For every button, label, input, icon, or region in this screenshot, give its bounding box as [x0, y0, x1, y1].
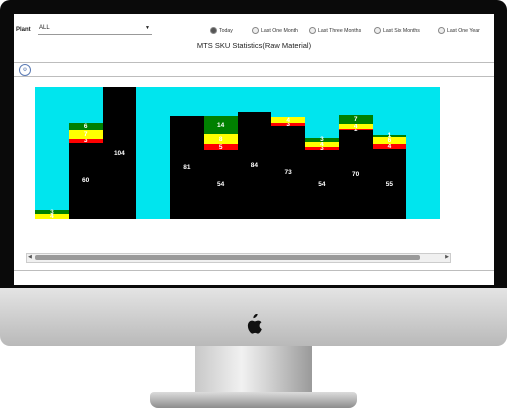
- radio-last-one-month[interactable]: Last One Month: [252, 27, 298, 34]
- plant-select[interactable]: ALL ▼: [38, 25, 152, 35]
- divider: [14, 62, 494, 63]
- chart-column: 43: [35, 87, 69, 220]
- chart-column: 84: [237, 87, 272, 219]
- filter-bar: Plant ALL ▼ Today Last One Month Last Th…: [14, 14, 494, 36]
- bar-segment-red: 4: [372, 143, 407, 150]
- bar-segment-black: 55: [372, 149, 407, 219]
- bar-segment-red: 3: [68, 137, 103, 144]
- bar-segment-red: 5: [203, 144, 238, 151]
- bar-segment-black: 73: [271, 126, 305, 219]
- scroll-thumb[interactable]: [35, 255, 420, 260]
- chart-column: 54 3 4 3: [305, 87, 339, 219]
- radio-icon: [438, 27, 445, 34]
- gear-icon[interactable]: ⚙: [19, 64, 31, 76]
- radio-icon: [309, 27, 316, 34]
- bar-segment-yellow: 4: [271, 117, 305, 124]
- bar-segment-black: 54: [305, 150, 339, 219]
- chart-column: 81: [170, 87, 204, 219]
- radio-last-one-year[interactable]: Last One Year: [438, 27, 480, 34]
- app-screen: Plant ALL ▼ Today Last One Month Last Th…: [14, 14, 494, 285]
- apple-logo-icon: [247, 314, 262, 334]
- radio-icon: [374, 27, 381, 34]
- bar-segment-black: 81: [170, 116, 204, 219]
- bar-segment-green: 7: [338, 114, 373, 124]
- chart-column: 55 4 6 1: [372, 87, 407, 219]
- monitor-stand-neck: [195, 346, 312, 394]
- radio-icon: [210, 27, 217, 34]
- chart-column: [136, 87, 170, 219]
- divider: [14, 270, 494, 271]
- radio-icon: [252, 27, 259, 34]
- bar-segment-yellow: 4: [338, 123, 373, 130]
- chevron-down-icon: ▼: [145, 25, 150, 31]
- bar-segment-green: 3: [305, 136, 339, 143]
- bar-segment-black: 70: [338, 130, 373, 219]
- chart-column: 70 1 4 7: [338, 87, 373, 219]
- radio-last-six-months[interactable]: Last Six Months: [374, 27, 420, 34]
- scroll-right-icon[interactable]: ▶: [445, 254, 449, 260]
- bar-segment-yellow: 8: [203, 133, 238, 145]
- bar-segment-black: 54: [203, 150, 238, 219]
- scroll-left-icon[interactable]: ◀: [28, 254, 32, 260]
- bar-segment-green: 6: [68, 122, 103, 131]
- plant-label: Plant: [16, 27, 31, 33]
- radio-last-three-months[interactable]: Last Three Months: [309, 27, 361, 34]
- bar-segment-yellow: 7: [68, 130, 103, 140]
- chart-column: [406, 87, 440, 219]
- chart-plot-area: 4 3 60 3 7 6 104 81 54 5 8 14 84 73 3 4 54 3 4 3 70 1 4 7 55 4 6 1: [35, 87, 440, 220]
- bar-segment-green: 3: [35, 209, 69, 216]
- chart-column: 54 5 8 14: [203, 87, 238, 219]
- radio-today[interactable]: Today: [210, 27, 233, 34]
- chart-column: 60 3 7 6: [68, 87, 103, 219]
- monitor-stand-foot: [150, 392, 357, 408]
- chart-column: 73 3 4: [271, 87, 305, 219]
- bar-segment-black: 104: [102, 87, 137, 219]
- bar-segment-green: 14: [203, 116, 238, 134]
- plant-select-value: ALL: [39, 25, 50, 31]
- bar-segment-black: 60: [68, 142, 103, 219]
- chart-title: MTS SKU Statistics(Raw Material): [196, 41, 312, 50]
- divider: [14, 76, 494, 77]
- horizontal-scrollbar[interactable]: ◀ ▶: [26, 253, 451, 263]
- chart-column: 104: [102, 87, 137, 219]
- bar-segment-black: 84: [237, 112, 272, 219]
- bar-segment-green: 1: [372, 132, 407, 139]
